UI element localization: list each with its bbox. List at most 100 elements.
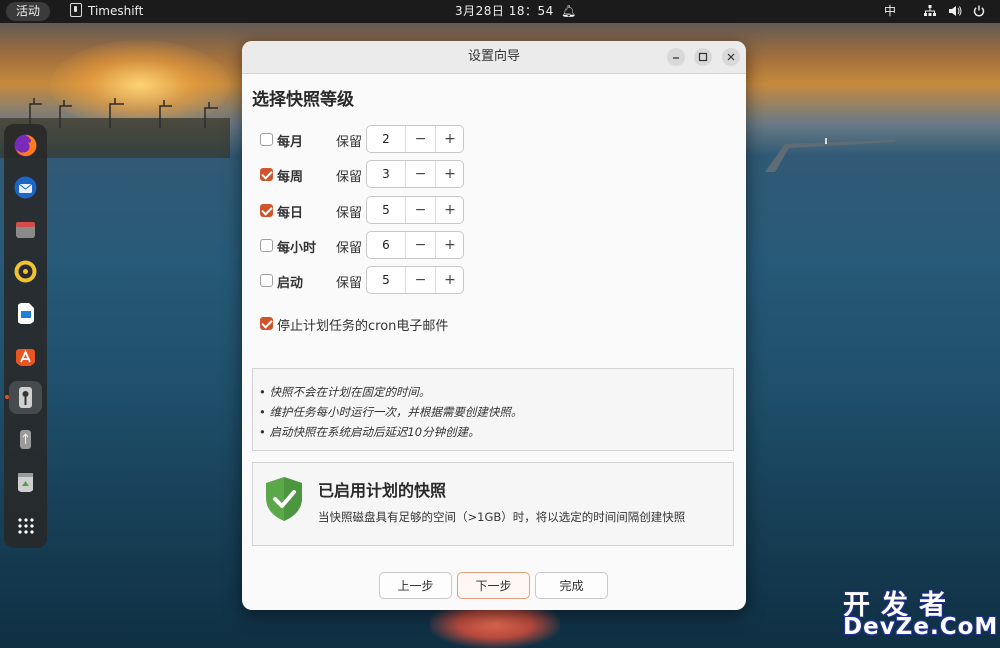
watermark-line2: DevZe.CoM xyxy=(843,614,999,640)
wallpaper-cranes xyxy=(29,98,218,128)
dock-writer[interactable] xyxy=(9,297,42,330)
level-label: 启动 xyxy=(277,276,304,291)
note-line: • 快照不会在计划在固定的时间。 xyxy=(259,385,431,399)
app-menu-label: Timeshift xyxy=(88,4,144,18)
next-button[interactable]: 下一步 xyxy=(457,572,530,599)
maximize-icon xyxy=(698,52,708,62)
dialog-titlebar[interactable]: 设置向导 xyxy=(242,41,746,74)
decrement-button[interactable]: − xyxy=(406,267,436,293)
previous-button[interactable]: 上一步 xyxy=(379,572,452,599)
trash-icon xyxy=(18,473,33,492)
keep-count-stepper: 2 − + xyxy=(366,125,464,153)
dock-usb-drive[interactable] xyxy=(9,423,42,456)
top-bar: 活动 Timeshift 3月28日 18：54 🔔︎ 中 xyxy=(0,0,1000,23)
thunderbird-icon xyxy=(14,176,37,199)
keep-label: 保留 xyxy=(336,170,363,185)
section-title: 选择快照等级 xyxy=(252,90,354,110)
checkbox-monthly[interactable] xyxy=(260,133,273,146)
keep-count-stepper: 5 − + xyxy=(366,266,464,294)
level-label: 每月 xyxy=(277,135,304,150)
power-icon[interactable] xyxy=(973,0,985,23)
level-row-daily: 每日 保留 5 − + xyxy=(260,196,480,226)
note-line: • 维护任务每小时运行一次，并根据需要创建快照。 xyxy=(259,405,523,419)
decrement-button[interactable]: − xyxy=(406,161,436,187)
timeshift-app-icon xyxy=(70,3,82,17)
close-button[interactable] xyxy=(722,48,740,66)
shield-check-icon xyxy=(266,477,302,521)
keep-count-input[interactable]: 2 xyxy=(367,126,406,152)
app-menu[interactable]: Timeshift xyxy=(70,0,143,23)
level-row-boot: 启动 保留 5 − + xyxy=(260,266,480,296)
cron-email-option: 停止计划任务的cron电子邮件 xyxy=(260,313,520,334)
checkbox-stop-cron-email[interactable] xyxy=(260,317,273,330)
keep-count-input[interactable]: 6 xyxy=(367,232,406,258)
input-method-indicator[interactable]: 中 xyxy=(884,0,896,23)
decrement-button[interactable]: − xyxy=(406,126,436,152)
level-label: 每日 xyxy=(277,206,304,221)
show-apps-button[interactable] xyxy=(9,509,42,542)
level-row-weekly: 每周 保留 3 − + xyxy=(260,160,480,190)
dock-timeshift[interactable] xyxy=(5,381,42,414)
level-row-hourly: 每小时 保留 6 − + xyxy=(260,231,480,261)
level-row-monthly: 每月 保留 2 − + xyxy=(260,125,480,155)
close-icon xyxy=(727,53,735,61)
status-title: 已启用计划的快照 xyxy=(318,481,447,500)
files-icon xyxy=(16,222,35,238)
minimize-button[interactable] xyxy=(667,48,685,66)
keep-label: 保留 xyxy=(336,135,363,150)
timeshift-icon xyxy=(19,387,32,408)
increment-button[interactable]: + xyxy=(436,126,464,152)
watermark-logo: 开发者 DevZe.CoM xyxy=(843,583,997,641)
checkbox-hourly[interactable] xyxy=(260,239,273,252)
increment-button[interactable]: + xyxy=(436,197,464,223)
schedule-status-box: 已启用计划的快照 当快照磁盘具有足够的空间（>1GB）时，将以选定的时间间隔创建… xyxy=(252,462,734,546)
maximize-button[interactable] xyxy=(694,48,712,66)
dock-trash[interactable] xyxy=(9,465,42,498)
cron-email-label: 停止计划任务的cron电子邮件 xyxy=(277,319,449,334)
note-line: • 启动快照在系统启动后延迟10分钟创建。 xyxy=(259,425,480,439)
increment-button[interactable]: + xyxy=(436,267,464,293)
keep-count-input[interactable]: 5 xyxy=(367,197,406,223)
finish-button[interactable]: 完成 xyxy=(535,572,608,599)
minimize-icon xyxy=(673,57,679,59)
dock xyxy=(4,124,47,548)
decrement-button[interactable]: − xyxy=(406,197,436,223)
usb-drive-icon xyxy=(20,430,31,449)
status-description: 当快照磁盘具有足够的空间（>1GB）时，将以选定的时间间隔创建快照 xyxy=(318,510,686,524)
volume-icon[interactable] xyxy=(949,0,962,23)
increment-button[interactable]: + xyxy=(436,232,464,258)
app-center-icon xyxy=(16,349,35,366)
checkbox-boot[interactable] xyxy=(260,274,273,287)
checkbox-daily[interactable] xyxy=(260,204,273,217)
notification-bell-icon[interactable]: 🔔︎ xyxy=(561,0,576,23)
decrement-button[interactable]: − xyxy=(406,232,436,258)
keep-label: 保留 xyxy=(336,276,363,291)
dock-firefox[interactable] xyxy=(9,129,42,162)
dock-files[interactable] xyxy=(9,213,42,246)
show-apps-icon xyxy=(17,517,34,534)
rhythmbox-icon xyxy=(14,260,37,283)
clock[interactable]: 3月28日 18：54 xyxy=(455,0,554,23)
firefox-icon xyxy=(14,134,37,157)
dock-thunderbird[interactable] xyxy=(9,171,42,204)
keep-label: 保留 xyxy=(336,241,363,256)
keep-count-stepper: 3 − + xyxy=(366,160,464,188)
keep-label: 保留 xyxy=(336,206,363,221)
wallpaper-pier xyxy=(765,138,895,172)
info-notes-box: • 快照不会在计划在固定的时间。 • 维护任务每小时运行一次，并根据需要创建快照… xyxy=(252,368,734,451)
keep-count-stepper: 6 − + xyxy=(366,231,464,259)
active-indicator xyxy=(5,395,9,399)
network-icon[interactable] xyxy=(924,0,936,23)
keep-count-stepper: 5 − + xyxy=(366,196,464,224)
dock-app-center[interactable] xyxy=(9,339,42,372)
keep-count-input[interactable]: 5 xyxy=(367,267,406,293)
activities-button[interactable]: 活动 xyxy=(6,2,51,21)
setup-wizard-dialog: 设置向导 选择快照等级 每月 保留 2 − + 每周 保留 3 − + 每日 保… xyxy=(242,41,746,610)
level-label: 每小时 xyxy=(277,241,317,256)
dock-rhythmbox[interactable] xyxy=(9,255,42,288)
writer-icon xyxy=(18,303,34,324)
level-label: 每周 xyxy=(277,170,304,185)
checkbox-weekly[interactable] xyxy=(260,168,273,181)
keep-count-input[interactable]: 3 xyxy=(367,161,406,187)
increment-button[interactable]: + xyxy=(436,161,464,187)
